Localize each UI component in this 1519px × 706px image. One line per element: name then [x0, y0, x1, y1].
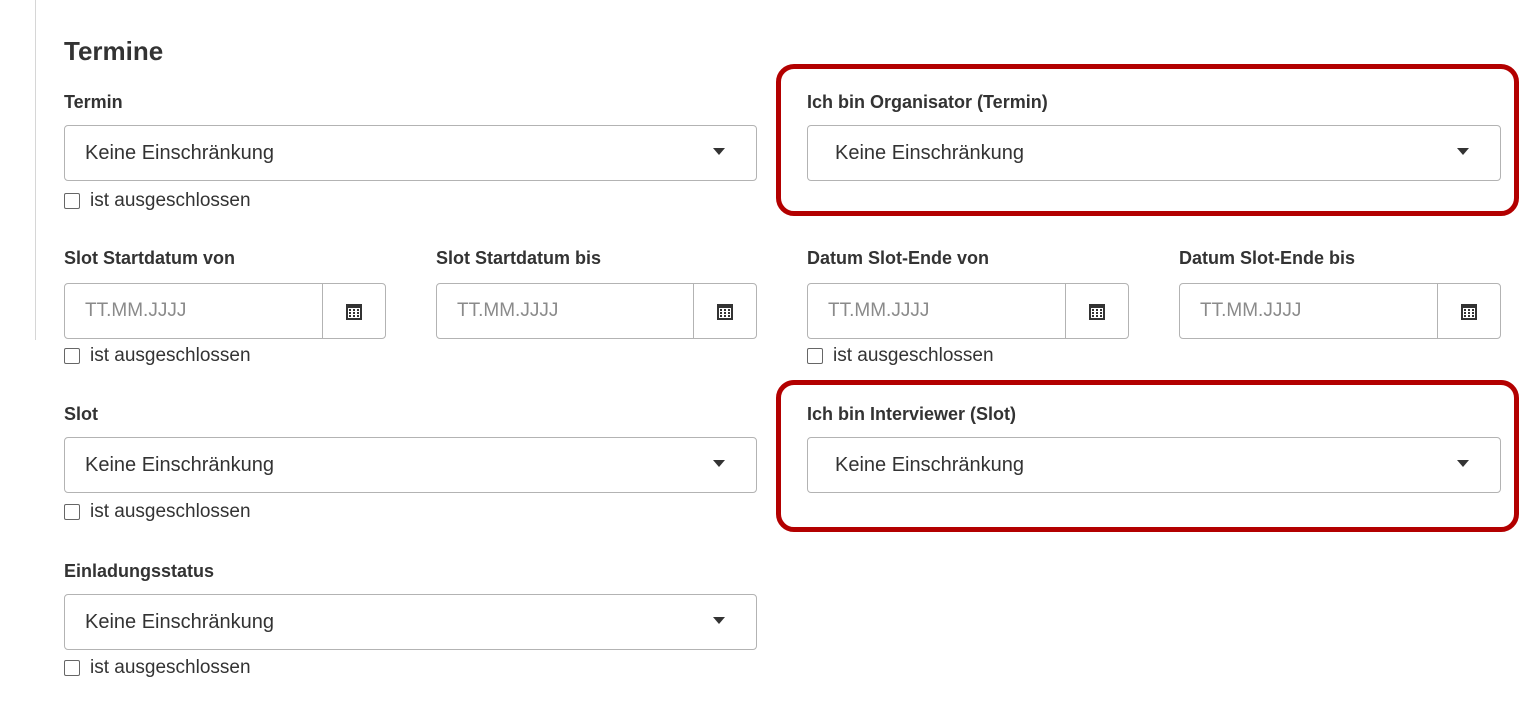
termin-excluded-label: ist ausgeschlossen — [90, 190, 251, 211]
chevron-down-icon — [713, 460, 725, 467]
slot-label: Slot — [64, 404, 98, 424]
slot-excluded-label: ist ausgeschlossen — [90, 501, 251, 522]
einladungsstatus-excluded-checkbox[interactable]: ist ausgeschlossen — [64, 657, 251, 679]
left-divider — [35, 0, 36, 340]
slot-start-excluded-checkbox[interactable]: ist ausgeschlossen — [64, 345, 251, 367]
calendar-icon[interactable] — [693, 284, 756, 338]
checkbox-box[interactable] — [64, 193, 80, 209]
checkbox-box[interactable] — [807, 348, 823, 364]
termin-label: Termin — [64, 92, 123, 112]
slot-ende-von-label: Datum Slot-Ende von — [807, 248, 990, 268]
slot-ende-von-input[interactable]: TT.MM.JJJJ — [808, 284, 1065, 338]
slot-ende-bis-field[interactable]: TT.MM.JJJJ — [1179, 283, 1501, 339]
section-title: Termine — [64, 36, 164, 66]
termin-excluded-checkbox[interactable]: ist ausgeschlossen — [64, 190, 251, 212]
slot-excluded-checkbox[interactable]: ist ausgeschlossen — [64, 501, 251, 523]
einladungsstatus-excluded-label: ist ausgeschlossen — [90, 657, 251, 678]
slot-start-bis-input[interactable]: TT.MM.JJJJ — [437, 284, 693, 338]
checkbox-box[interactable] — [64, 504, 80, 520]
slot-start-bis-label: Slot Startdatum bis — [436, 248, 602, 268]
slot-start-excluded-label: ist ausgeschlossen — [90, 345, 251, 366]
checkbox-box[interactable] — [64, 348, 80, 364]
slot-ende-excluded-label: ist ausgeschlossen — [833, 345, 994, 366]
slot-ende-von-field[interactable]: TT.MM.JJJJ — [807, 283, 1129, 339]
highlight-frame — [776, 380, 1519, 532]
einladungsstatus-label: Einladungsstatus — [64, 561, 215, 581]
calendar-icon[interactable] — [1437, 284, 1500, 338]
chevron-down-icon — [713, 617, 725, 624]
slot-ende-excluded-checkbox[interactable]: ist ausgeschlossen — [807, 345, 994, 367]
slot-ende-bis-label: Datum Slot-Ende bis — [1179, 248, 1356, 268]
einladungsstatus-select-value: Keine Einschränkung — [85, 610, 275, 633]
calendar-icon[interactable] — [1065, 284, 1128, 338]
termin-select[interactable]: Keine Einschränkung — [64, 125, 757, 181]
slot-ende-bis-input[interactable]: TT.MM.JJJJ — [1180, 284, 1437, 338]
calendar-icon[interactable] — [322, 284, 385, 338]
slot-start-bis-field[interactable]: TT.MM.JJJJ — [436, 283, 757, 339]
checkbox-box[interactable] — [64, 660, 80, 676]
slot-select[interactable]: Keine Einschränkung — [64, 437, 757, 493]
slot-start-von-field[interactable]: TT.MM.JJJJ — [64, 283, 386, 339]
einladungsstatus-select[interactable]: Keine Einschränkung — [64, 594, 757, 650]
highlight-frame — [776, 64, 1519, 216]
slot-start-von-label: Slot Startdatum von — [64, 248, 236, 268]
termin-select-value: Keine Einschränkung — [85, 141, 275, 164]
chevron-down-icon — [713, 148, 725, 155]
slot-select-value: Keine Einschränkung — [85, 453, 275, 476]
slot-start-von-input[interactable]: TT.MM.JJJJ — [65, 284, 322, 338]
